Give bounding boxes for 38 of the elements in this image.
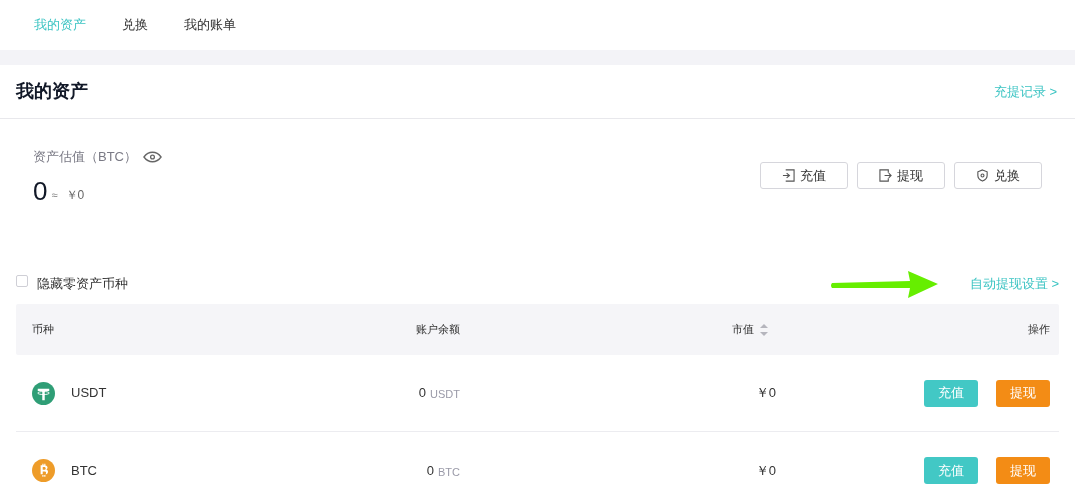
auto-withdraw-settings-link[interactable]: 自动提现设置 > [969,274,1059,294]
balance-amount: 0 [426,461,434,480]
nav-tab[interactable]: 我的账单 [184,15,236,35]
login-icon [782,169,795,182]
nav-tab[interactable]: 我的资产 [34,15,86,35]
balance-unit: BTC [438,464,460,480]
coin-name: USDT [71,384,107,403]
deposit-button[interactable]: 充值 [924,379,978,407]
withdraw-button[interactable]: 提现 [996,457,1050,484]
page-title: 我的资产 [16,80,88,103]
column-header: 币种 [32,322,55,338]
withdraw-button[interactable]: 提现 [996,379,1050,407]
balance-unit: USDT [430,387,460,403]
balance-amount: 0 [418,384,427,403]
nav-tab[interactable]: 兑换 [122,15,148,35]
approx-sign: ≈ [51,188,58,203]
bitcoin-coin-icon [32,459,55,482]
tether-coin-icon [32,381,55,405]
market-value: ￥0 [755,384,776,403]
checkbox-label: 隐藏零资产币种 [37,275,128,294]
action-button[interactable]: 提现 [857,162,945,189]
asset-fiat-value: ￥0 [65,186,85,204]
asset-estimate-label: 资产估值（BTC） [33,148,137,166]
logout-icon [879,169,892,182]
column-header: 市值 [732,322,754,338]
column-header: 操作 [1028,322,1050,338]
market-value: ￥0 [755,461,776,480]
deposit-button[interactable]: 充值 [924,457,978,484]
shield-icon [976,169,989,182]
coin-name: BTC [71,461,97,480]
action-button[interactable]: 充值 [760,162,848,189]
deposit-withdraw-history-link[interactable]: 充提记录 > [993,81,1057,102]
checkbox[interactable] [16,275,28,287]
column-header: 账户余额 [416,322,460,338]
asset-value: 0 [33,176,48,205]
sort-icon[interactable] [760,323,768,336]
eye-icon[interactable] [143,150,162,163]
action-button[interactable]: 兑换 [954,162,1042,189]
